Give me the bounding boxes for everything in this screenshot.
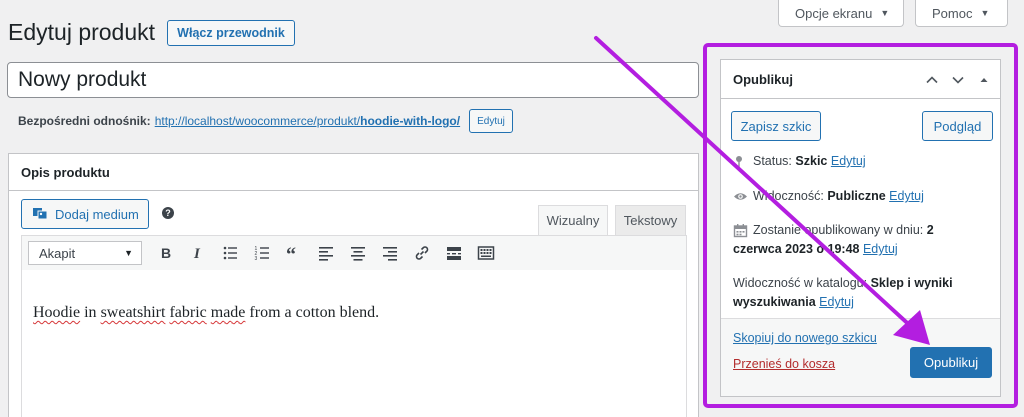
add-media-label: Dodaj medium: [55, 206, 139, 222]
format-select-value: Akapit: [39, 245, 76, 261]
visibility-row: Widoczność: Publiczne Edytuj: [733, 187, 924, 206]
editor-paragraph: Hoodie in sweatshirt fabric made from a …: [33, 304, 379, 322]
schedule-edit-link[interactable]: Edytuj: [863, 242, 898, 256]
svg-text:“: “: [286, 244, 296, 262]
catalog-visibility-row: Widoczność w katalogu: Sklep i wyniki wy…: [733, 274, 953, 312]
copy-to-draft-link[interactable]: Skopiuj do nowego szkicu: [733, 331, 877, 345]
screen-meta-tabs: Opcje ekranu ▼ Pomoc ▼: [778, 0, 1024, 27]
publish-panel-title: Opublikuj: [733, 71, 793, 87]
catalog-value-line2: wyszukiwania: [733, 295, 816, 309]
bold-icon[interactable]: B: [150, 239, 182, 267]
screen-options-label: Opcje ekranu: [795, 5, 873, 21]
spellcheck-word: Hoodie: [33, 304, 81, 321]
help-question-icon[interactable]: ?: [162, 207, 174, 219]
collapse-triangle-icon[interactable]: [976, 72, 992, 88]
add-media-button[interactable]: Dodaj medium: [21, 199, 149, 229]
description-panel-title: Opis produktu: [9, 154, 698, 191]
editor-content-area[interactable]: Hoodie in sweatshirt fabric made from a …: [21, 270, 687, 417]
pin-icon: [733, 152, 749, 171]
toolbar-toggle-icon[interactable]: [470, 239, 502, 267]
align-center-icon[interactable]: [342, 239, 374, 267]
svg-text:B: B: [161, 245, 171, 261]
caret-down-icon: ▼: [124, 248, 133, 258]
catalog-edit-link[interactable]: Edytuj: [819, 295, 854, 309]
chevron-up-icon[interactable]: [924, 72, 940, 88]
permalink-url-base: http://localhost/woocommerce/produkt/: [154, 114, 361, 128]
schedule-label: Zostanie opublikowany w dniu:: [753, 223, 924, 237]
text-run: from a cotton blend.: [245, 304, 380, 321]
calendar-icon: [733, 221, 749, 240]
permalink-row: Bezpośredni odnośnik: http://localhost/w…: [18, 108, 513, 134]
text-run: in: [80, 304, 101, 321]
spellcheck-word: made: [210, 304, 246, 321]
permalink-slug: hoodie-with-logo/: [360, 114, 461, 128]
editor-toolbar: Akapit ▼ B I 123 “: [21, 235, 687, 271]
screen-options-tab[interactable]: Opcje ekranu ▼: [778, 0, 904, 27]
status-row: Status: Szkic Edytuj: [733, 152, 866, 171]
italic-icon[interactable]: I: [182, 239, 214, 267]
status-label: Status:: [753, 154, 792, 168]
blockquote-icon[interactable]: “: [278, 239, 310, 267]
svg-text:3: 3: [255, 256, 258, 262]
publish-button[interactable]: Opublikuj: [910, 347, 992, 378]
move-to-trash-link[interactable]: Przenieś do kosza: [733, 357, 835, 371]
caret-down-icon: ▼: [880, 8, 890, 18]
status-value: Szkic: [795, 154, 828, 168]
schedule-row: Zostanie opublikowany w dniu: 2 czerwca …: [733, 221, 934, 259]
product-title-input[interactable]: Nowy produkt: [7, 62, 699, 98]
visibility-value: Publiczne: [827, 189, 886, 203]
link-icon[interactable]: [406, 239, 438, 267]
permalink-link[interactable]: http://localhost/woocommerce/produkt/hoo…: [155, 114, 460, 128]
spellcheck-word: sweatshirt: [100, 304, 166, 321]
format-select[interactable]: Akapit ▼: [28, 241, 142, 265]
numbered-list-icon[interactable]: 123: [246, 239, 278, 267]
media-icon: [32, 205, 48, 224]
help-label: Pomoc: [932, 5, 973, 21]
save-draft-button[interactable]: Zapisz szkic: [731, 111, 821, 141]
tab-text[interactable]: Tekstowy: [615, 205, 686, 236]
schedule-value-line2: czerwca 2023 o 19:48: [733, 242, 860, 257]
schedule-value-line1: 2: [926, 223, 934, 237]
visibility-edit-link[interactable]: Edytuj: [889, 189, 924, 203]
help-tab[interactable]: Pomoc ▼: [915, 0, 1008, 27]
product-description-panel: Opis produktu Dodaj medium ? Wizualny Te…: [8, 153, 699, 417]
align-left-icon[interactable]: [310, 239, 342, 267]
publish-panel: Opublikuj Zapisz szkic Podgląd Status: S…: [720, 59, 1001, 397]
preview-button[interactable]: Podgląd: [922, 111, 993, 141]
status-edit-link[interactable]: Edytuj: [831, 154, 866, 168]
caret-down-icon: ▼: [980, 8, 990, 18]
publish-panel-footer: Skopiuj do nowego szkicu Przenieś do kos…: [721, 318, 1000, 396]
align-right-icon[interactable]: [374, 239, 406, 267]
spellcheck-word: fabric: [169, 304, 207, 321]
permalink-edit-button[interactable]: Edytuj: [469, 109, 513, 133]
permalink-label: Bezpośredni odnośnik:: [18, 114, 151, 128]
chevron-down-icon[interactable]: [950, 72, 966, 88]
svg-text:I: I: [193, 246, 201, 262]
tab-visual[interactable]: Wizualny: [538, 205, 608, 236]
catalog-value-line1: Sklep i wyniki: [870, 276, 953, 290]
catalog-label: Widoczność w katalogu:: [733, 276, 868, 290]
visibility-label: Widoczność:: [753, 189, 824, 203]
read-more-icon[interactable]: [438, 239, 470, 267]
page-title: Edytuj produkt: [8, 19, 156, 45]
bullet-list-icon[interactable]: [214, 239, 246, 267]
enable-guide-button[interactable]: Włącz przewodnik: [167, 20, 295, 46]
eye-icon: [733, 187, 749, 206]
panel-controls: [924, 60, 992, 99]
publish-panel-header: Opublikuj: [721, 60, 1000, 99]
